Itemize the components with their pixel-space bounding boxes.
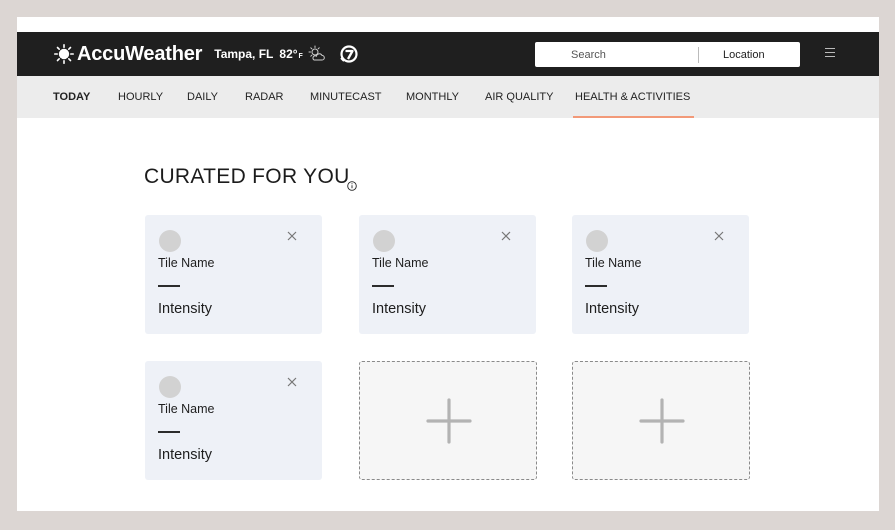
add-tile-button[interactable] — [572, 361, 750, 480]
tile-icon-placeholder — [373, 230, 395, 252]
info-icon[interactable] — [347, 181, 357, 191]
tile-name: Tile Name — [158, 256, 215, 270]
close-icon[interactable] — [712, 229, 726, 243]
tile-divider — [585, 285, 607, 287]
brand-name: AccuWeather — [77, 42, 203, 65]
tile-name: Tile Name — [158, 402, 215, 416]
tile-name: Tile Name — [372, 256, 429, 270]
activity-tile[interactable]: Tile Name Intensity — [145, 215, 322, 334]
nav-item-health-activities[interactable]: HEALTH & ACTIVITIES — [575, 76, 690, 118]
search-input[interactable] — [535, 43, 695, 66]
tile-intensity: Intensity — [585, 301, 639, 317]
tile-name: Tile Name — [585, 256, 642, 270]
app-window: AccuWeather Tampa, FL 82° F Search Locat… — [17, 17, 879, 511]
main-nav: TODAY HOURLY DAILY RADAR MINUTECAST MONT… — [17, 76, 879, 118]
nav-item-minutecast[interactable]: MINUTECAST — [310, 76, 382, 118]
location-button[interactable]: Location — [699, 44, 765, 66]
abc-7-logo — [340, 45, 358, 63]
current-city[interactable]: Tampa, FL — [214, 47, 273, 61]
tile-intensity: Intensity — [158, 447, 212, 463]
tile-intensity: Intensity — [158, 301, 212, 317]
add-tile-button[interactable] — [359, 361, 537, 480]
partly-sunny-icon — [308, 45, 325, 61]
nav-item-radar[interactable]: RADAR — [245, 76, 284, 118]
tile-icon-placeholder — [586, 230, 608, 252]
tile-icon-placeholder — [159, 376, 181, 398]
nav-item-today[interactable]: TODAY — [53, 76, 90, 118]
tile-divider — [158, 431, 180, 433]
plus-icon — [426, 398, 472, 444]
plus-icon — [639, 398, 685, 444]
tile-intensity: Intensity — [372, 301, 426, 317]
tile-divider — [372, 285, 394, 287]
nav-item-air-quality[interactable]: AIR QUALITY — [485, 76, 553, 118]
active-tab-indicator — [573, 116, 694, 118]
tile-divider — [158, 285, 180, 287]
close-icon[interactable] — [285, 375, 299, 389]
page-title: CURATED FOR YOU — [144, 165, 350, 188]
nav-item-daily[interactable]: DAILY — [187, 76, 218, 118]
close-icon[interactable] — [285, 229, 299, 243]
current-temperature: 82° — [279, 47, 298, 61]
tile-icon-placeholder — [159, 230, 181, 252]
search-bar: Location — [535, 42, 800, 67]
close-icon[interactable] — [499, 229, 513, 243]
nav-item-monthly[interactable]: MONTHLY — [406, 76, 459, 118]
activity-tile[interactable]: Tile Name Intensity — [145, 361, 322, 480]
sun-logo-icon — [54, 44, 74, 64]
nav-item-hourly[interactable]: HOURLY — [118, 76, 163, 118]
brand-logo[interactable]: AccuWeather Tampa, FL 82° F — [54, 32, 359, 76]
activity-tile[interactable]: Tile Name Intensity — [359, 215, 536, 334]
top-header-bar: AccuWeather Tampa, FL 82° F Search Locat… — [17, 32, 879, 76]
temperature-unit: F — [298, 52, 303, 60]
hamburger-menu-icon[interactable] — [825, 48, 835, 60]
activity-tile[interactable]: Tile Name Intensity — [572, 215, 749, 334]
